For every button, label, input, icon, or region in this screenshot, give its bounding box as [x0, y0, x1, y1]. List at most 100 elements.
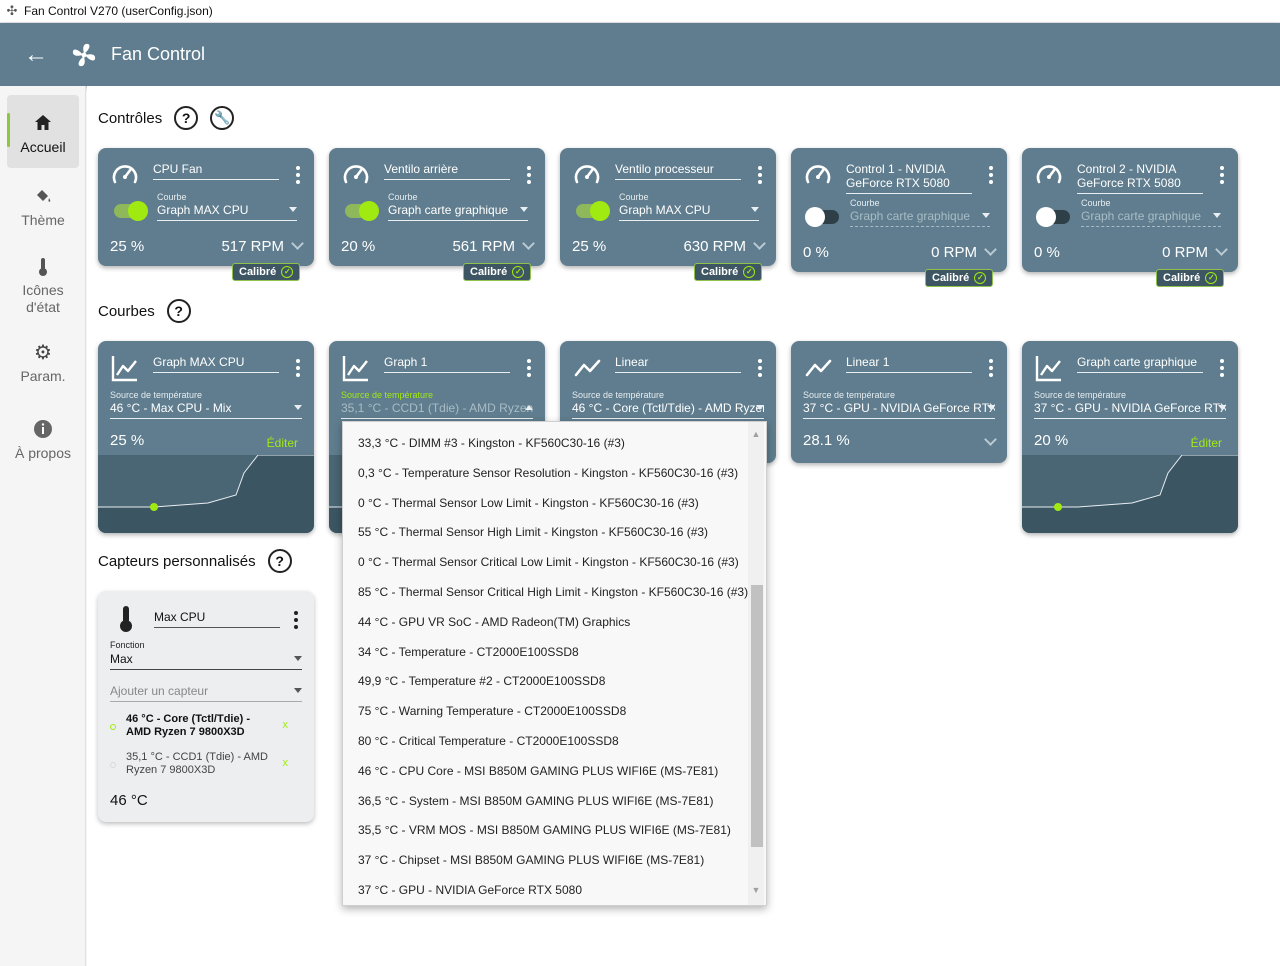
dropdown-option[interactable]: 49,9 °C - Temperature #2 - CT2000E100SSD…: [358, 674, 748, 688]
check-icon: ✓: [1205, 272, 1218, 284]
control-enable-toggle[interactable]: [805, 207, 839, 227]
sidebar-item-status-icons[interactable]: Icônes d'état: [7, 256, 79, 318]
curve-select[interactable]: Graph carte graphique: [850, 209, 990, 227]
temperature-source-select[interactable]: 37 °C - GPU - NVIDIA GeForce RTX 5080: [803, 401, 995, 419]
chevron-down-icon: [294, 656, 302, 661]
control-enable-toggle[interactable]: [114, 201, 148, 221]
dropdown-option[interactable]: 75 °C - Warning Temperature - CT2000E100…: [358, 704, 748, 718]
section-title: Courbes: [98, 302, 155, 320]
curve-select[interactable]: Graph carte graphique: [1081, 209, 1221, 227]
control-name[interactable]: CPU Fan: [153, 162, 279, 180]
more-options-icon[interactable]: [1218, 166, 1226, 187]
function-select[interactable]: Max: [110, 652, 302, 670]
sidebar-item-about[interactable]: À propos: [7, 419, 79, 463]
dropdown-option[interactable]: 36,5 °C - System - MSI B850M GAMING PLUS…: [358, 794, 748, 808]
dropdown-option[interactable]: 37 °C - GPU - NVIDIA GeForce RTX 5080: [358, 883, 748, 897]
sidebar-item-settings[interactable]: ⚙ Param.: [7, 342, 79, 386]
dropdown-option[interactable]: 35,5 °C - VRM MOS - MSI B850M GAMING PLU…: [358, 823, 748, 837]
help-icon[interactable]: ?: [267, 549, 292, 573]
dropdown-option[interactable]: 0,3 °C - Temperature Sensor Resolution -…: [358, 466, 748, 480]
dropdown-option[interactable]: 46 °C - CPU Core - MSI B850M GAMING PLUS…: [358, 764, 748, 778]
dropdown-option[interactable]: 37 °C - Chipset - MSI B850M GAMING PLUS …: [358, 853, 748, 867]
dropdown-option[interactable]: 34 °C - Temperature - CT2000E100SSD8: [358, 645, 748, 659]
control-name[interactable]: Control 1 - NVIDIA GeForce RTX 5080: [846, 162, 972, 194]
control-enable-toggle[interactable]: [1036, 207, 1070, 227]
sidebar-item-label: Icônes d'état: [22, 282, 64, 315]
curve-graph: [98, 455, 314, 533]
edit-curve-button[interactable]: Éditer: [1191, 436, 1222, 450]
dropdown-option[interactable]: 0 °C - Thermal Sensor Critical Low Limit…: [358, 555, 748, 569]
back-arrow-icon[interactable]: ←: [24, 42, 54, 67]
chevron-down-icon[interactable]: [291, 237, 304, 250]
sidebar-item-label: À propos: [14, 445, 72, 461]
curve-card: Graph MAX CPU Source de température 46 °…: [98, 341, 314, 533]
curve-value: Graph carte graphique: [850, 209, 971, 223]
temperature-source-select[interactable]: 35,1 °C - CCD1 (Tdie) - AMD Ryzen 7 9800…: [341, 401, 533, 419]
curve-select[interactable]: Graph carte graphique: [388, 203, 528, 221]
curve-label: Courbe: [850, 198, 880, 208]
more-options-icon[interactable]: [292, 611, 300, 632]
temperature-source-select[interactable]: 37 °C - GPU - NVIDIA GeForce RTX 5080: [1034, 401, 1226, 419]
more-options-icon[interactable]: [294, 166, 302, 187]
more-options-icon[interactable]: [756, 359, 764, 380]
chevron-down-icon[interactable]: [753, 237, 766, 250]
more-options-icon[interactable]: [525, 166, 533, 187]
sidebar-item-theme[interactable]: Thème: [7, 186, 79, 236]
control-enable-toggle[interactable]: [345, 201, 379, 221]
curve-value: Graph carte graphique: [388, 203, 509, 217]
custom-sensor-value: 46 °C: [110, 792, 148, 809]
scrollbar-thumb[interactable]: [751, 585, 763, 847]
more-options-icon[interactable]: [525, 359, 533, 380]
more-options-icon[interactable]: [1218, 359, 1226, 380]
app-title: Fan Control: [111, 44, 206, 64]
gear-icon: ⚙: [34, 342, 52, 364]
chevron-down-icon[interactable]: [1215, 243, 1228, 256]
dropdown-option[interactable]: 55 °C - Thermal Sensor High Limit - King…: [358, 525, 748, 539]
add-sensor-placeholder: Ajouter un capteur: [110, 684, 209, 698]
temperature-source-select[interactable]: 46 °C - Core (Tctl/Tdie) - AMD Ryzen 7 9…: [572, 401, 764, 419]
curve-name[interactable]: Linear 1: [846, 355, 972, 373]
temperature-source-dropdown[interactable]: 33,3 °C - DIMM #3 - Kingston - KF560C30-…: [342, 421, 767, 906]
dropdown-option[interactable]: 80 °C - Critical Temperature - CT2000E10…: [358, 734, 748, 748]
curve-select[interactable]: Graph MAX CPU: [157, 203, 297, 221]
help-icon[interactable]: ?: [174, 106, 199, 130]
curve-card: Linear 1 Source de température 37 °C - G…: [791, 341, 1007, 463]
control-name[interactable]: Control 2 - NVIDIA GeForce RTX 5080: [1077, 162, 1203, 194]
wrench-icon[interactable]: 🔧: [210, 106, 235, 130]
curve-name[interactable]: Linear: [615, 355, 741, 373]
more-options-icon[interactable]: [756, 166, 764, 187]
edit-curve-button[interactable]: Éditer: [267, 436, 298, 450]
chevron-down-icon[interactable]: [522, 237, 535, 250]
temperature-source-select[interactable]: 46 °C - Max CPU - Mix: [110, 401, 302, 419]
dropdown-option[interactable]: 0 °C - Thermal Sensor Low Limit - Kingst…: [358, 496, 748, 510]
chevron-down-icon: [987, 405, 995, 410]
remove-sensor-button[interactable]: x: [283, 719, 289, 732]
sidebar-item-home[interactable]: Accueil: [7, 95, 79, 168]
curve-select[interactable]: Graph MAX CPU: [619, 203, 759, 221]
more-options-icon[interactable]: [987, 166, 995, 187]
scroll-up-icon[interactable]: ▲: [748, 426, 764, 442]
curve-name[interactable]: Graph 1: [384, 355, 510, 373]
scroll-down-icon[interactable]: ▼: [748, 882, 764, 898]
curve-name[interactable]: Graph carte graphique: [1077, 355, 1203, 373]
chevron-down-icon[interactable]: [984, 433, 997, 446]
control-name[interactable]: Ventilo processeur: [615, 162, 741, 180]
custom-sensor-name[interactable]: Max CPU: [154, 610, 280, 628]
dropdown-option[interactable]: 33,3 °C - DIMM #3 - Kingston - KF560C30-…: [358, 436, 748, 450]
dropdown-option[interactable]: 44 °C - GPU VR SoC - AMD Radeon(TM) Grap…: [358, 615, 748, 629]
more-options-icon[interactable]: [987, 359, 995, 380]
curve-name[interactable]: Graph MAX CPU: [153, 355, 279, 373]
help-icon[interactable]: ?: [166, 299, 191, 323]
control-enable-toggle[interactable]: [576, 201, 610, 221]
chevron-down-icon[interactable]: [984, 243, 997, 256]
paint-bucket-icon: [7, 186, 79, 208]
temperature-source-label: Source de température: [572, 390, 665, 400]
dropdown-scrollbar[interactable]: ▲ ▼: [748, 422, 764, 905]
more-options-icon[interactable]: [294, 359, 302, 380]
control-name[interactable]: Ventilo arrière: [384, 162, 510, 180]
control-rpm: 517 RPM: [221, 238, 284, 255]
remove-sensor-button[interactable]: x: [283, 757, 289, 770]
add-sensor-select[interactable]: Ajouter un capteur: [110, 684, 302, 702]
fan-control-card: Ventilo processeur Courbe Graph MAX CPU …: [560, 148, 776, 266]
dropdown-option[interactable]: 85 °C - Thermal Sensor Critical High Lim…: [358, 585, 748, 599]
